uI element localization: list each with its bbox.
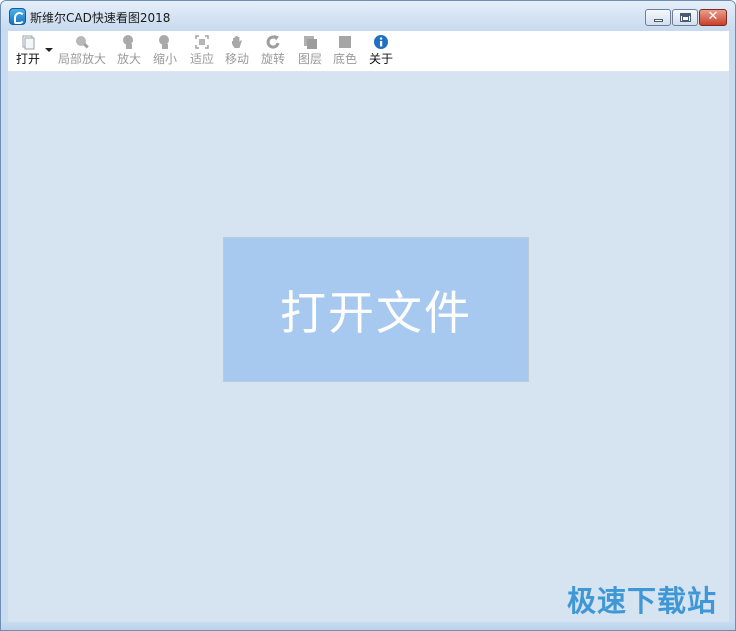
toolbar-zoom-out-label: 缩小 [152,52,177,66]
toolbar-fit-label: 适应 [189,52,214,66]
window-frame-bottom [1,622,735,630]
toolbar-about-label: 关于 [368,52,393,66]
close-icon: ✕ [707,9,719,24]
minimize-icon [654,19,663,22]
toolbar-move-button[interactable]: 移动 [223,31,251,72]
toolbar-zoom-in-label: 放大 [116,52,141,66]
app-window: 斯维尔CAD快速看图2018 ✕ 打开 局部放大 放大 缩小 适应 移动 旋转 … [0,0,736,631]
toolbar-fit-button[interactable]: 适应 [188,31,216,72]
open-file-icon [22,35,35,50]
toolbar-rotate-label: 旋转 [260,52,285,66]
rotate-icon [266,35,280,49]
open-file-button[interactable]: 打开文件 [223,237,529,382]
chevron-down-icon[interactable] [45,48,53,52]
maximize-button[interactable] [672,9,698,26]
title-bar[interactable]: 斯维尔CAD快速看图2018 ✕ [1,1,735,31]
toolbar-partial-zoom-button[interactable]: 局部放大 [56,31,108,72]
caption-buttons: ✕ [644,9,727,26]
layers-icon [304,36,317,49]
toolbar-zoom-out-button[interactable]: 缩小 [151,31,179,72]
toolbar-about-button[interactable]: 关于 [367,31,395,72]
toolbar-rotate-button[interactable]: 旋转 [259,31,287,72]
window-frame-left [1,31,8,624]
toolbar-background-label: 底色 [332,52,357,66]
drawing-canvas[interactable]: 打开文件 极速下载站 [8,72,729,624]
toolbar-open-label: 打开 [15,52,40,66]
close-button[interactable]: ✕ [699,9,727,26]
toolbar-move-label: 移动 [224,52,249,66]
toolbar-partial-zoom-label: 局部放大 [57,52,106,66]
maximize-icon [680,13,691,22]
toolbar-open-button[interactable]: 打开 [12,31,44,72]
toolbar-background-button[interactable]: 底色 [331,31,359,72]
window-title: 斯维尔CAD快速看图2018 [30,11,171,25]
fit-icon [195,35,209,49]
background-color-icon [339,36,351,48]
window-frame-right [728,31,735,624]
zoom-in-icon [123,35,133,49]
pan-hand-icon [232,36,242,48]
toolbar-layers-button[interactable]: 图层 [296,31,324,72]
toolbar-zoom-in-button[interactable]: 放大 [115,31,143,72]
app-logo-icon [9,8,26,25]
minimize-button[interactable] [645,9,671,26]
watermark-logo: 极速下载站 [566,584,717,618]
zoom-out-icon [159,35,169,49]
info-icon [374,35,388,49]
zoom-window-icon [76,36,89,49]
toolbar: 打开 局部放大 放大 缩小 适应 移动 旋转 图层 底色 关于 [8,31,729,72]
toolbar-layers-label: 图层 [297,52,322,66]
